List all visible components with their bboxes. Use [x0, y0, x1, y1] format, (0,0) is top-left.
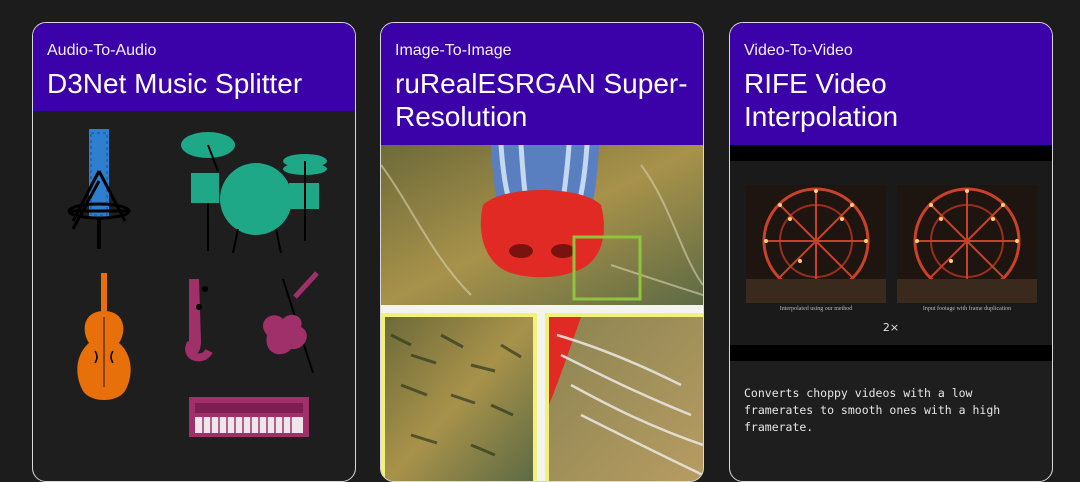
input-frame [897, 185, 1037, 303]
card-header: Audio-To-Audio D3Net Music Splitter [33, 23, 355, 111]
saxophone-icon [185, 279, 213, 362]
model-card-realesrgan[interactable]: Image-To-Image ruRealESRGAN Super-Resolu… [380, 22, 704, 482]
card-title: RIFE Video Interpolation [744, 68, 899, 132]
video-interpolation-example: Interpolated using our method Input foot… [730, 145, 1052, 361]
card-header: Image-To-Image ruRealESRGAN Super-Resolu… [381, 23, 703, 145]
double-bass-icon [77, 273, 131, 400]
drum-kit-icon [181, 132, 327, 254]
card-category: Audio-To-Audio [47, 42, 157, 59]
instruments-illustration [33, 111, 355, 481]
microphone-icon [67, 129, 131, 249]
model-card-d3net[interactable]: Audio-To-Audio D3Net Music Splitter [32, 22, 356, 482]
card-title: ruRealESRGAN Super-Resolution [395, 68, 688, 132]
caption-input: Input footage with frame duplication [922, 306, 1012, 312]
card-category: Image-To-Image [395, 42, 512, 59]
super-resolution-example [381, 145, 703, 481]
crop-right-image [545, 313, 703, 481]
card-header: Video-To-Video RIFE Video Interpolation [730, 23, 1052, 145]
caption-interpolated: Interpolated using our method [779, 306, 853, 312]
model-card-rife[interactable]: Video-To-Video RIFE Video Interpolation [729, 22, 1053, 482]
baboon-image [381, 145, 703, 305]
card-description: Converts choppy videos with a low framer… [744, 386, 1001, 434]
crop-left-image [381, 313, 537, 481]
interpolation-multiplier: 2× [882, 321, 900, 334]
card-category: Video-To-Video [744, 42, 853, 59]
keyboard-icon [189, 397, 309, 437]
card-title: D3Net Music Splitter [47, 68, 303, 99]
interpolated-frame [746, 185, 886, 303]
violin-icon [263, 271, 319, 374]
